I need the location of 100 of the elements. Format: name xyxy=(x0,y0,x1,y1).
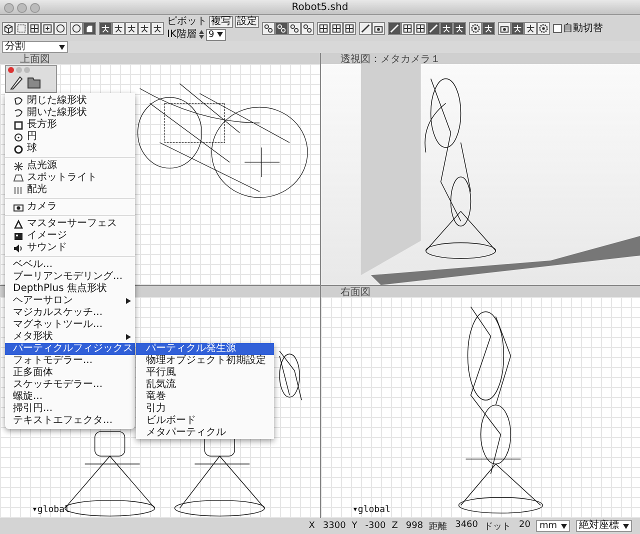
toolbar-button[interactable] xyxy=(511,22,524,34)
menu-item[interactable]: マスターサーフェス xyxy=(5,218,135,230)
toolbar-button[interactable] xyxy=(317,22,330,34)
toolbar-button[interactable] xyxy=(359,22,372,34)
toolbar-button[interactable] xyxy=(498,22,511,34)
pivot-option-button[interactable]: 設定 xyxy=(235,16,259,28)
node-icon xyxy=(302,22,313,34)
dropdown-caret-icon xyxy=(59,44,65,50)
menu-item[interactable]: サウンド xyxy=(5,242,135,254)
viewport-canvas[interactable] xyxy=(320,64,640,285)
toolbar-button[interactable] xyxy=(275,22,288,34)
toolbar-button[interactable] xyxy=(112,22,125,34)
menu-item[interactable]: 開いた線形状 xyxy=(5,107,135,119)
menu-item[interactable]: 長方形 xyxy=(5,119,135,131)
toolbar-button[interactable] xyxy=(70,22,83,34)
figure-icon xyxy=(441,22,452,34)
toolbar-button[interactable] xyxy=(151,22,164,34)
figure-icon xyxy=(100,22,111,34)
menu-item[interactable]: 円 xyxy=(5,131,135,143)
viewport-canvas[interactable]: ▾global xyxy=(320,297,640,518)
toolbar-button[interactable] xyxy=(401,22,414,34)
palette-close-button[interactable] xyxy=(8,67,14,73)
figure-icon xyxy=(512,22,523,34)
submenu-item[interactable]: メタパーティクル xyxy=(136,427,274,439)
toolbar-button[interactable] xyxy=(482,22,495,34)
open-line-icon xyxy=(13,108,24,118)
submenu-item[interactable]: 乱気流 xyxy=(136,379,274,391)
toolbar-button[interactable] xyxy=(99,22,112,34)
node-icon xyxy=(276,22,287,34)
readout-value: -300 xyxy=(365,521,386,531)
auto-switch-checkbox[interactable]: 自動切替 xyxy=(553,21,603,35)
toolbar-button[interactable] xyxy=(372,22,385,34)
menu-item[interactable]: マグネットツール... xyxy=(5,319,135,331)
toolbar-button[interactable] xyxy=(440,22,453,34)
toolbar-button[interactable] xyxy=(537,22,550,34)
unit-dropdown[interactable]: mm xyxy=(536,520,570,532)
surface-icon xyxy=(13,218,24,230)
menu-item[interactable]: マジカルスケッチ... xyxy=(5,307,135,319)
toolbar-button[interactable] xyxy=(301,22,314,34)
plus-icon xyxy=(42,22,53,34)
menu-item[interactable]: 螺旋... xyxy=(5,391,135,403)
toolbar-button[interactable] xyxy=(54,22,67,34)
pivot-option-button[interactable]: 複写 xyxy=(209,16,233,28)
figure-icon xyxy=(483,22,494,34)
readout-value: 998 xyxy=(406,521,424,531)
menu-item[interactable]: 配光 xyxy=(5,184,135,196)
submenu-item[interactable]: パーティクル発生源 xyxy=(136,343,274,355)
menu-item[interactable]: 閉じた線形状 xyxy=(5,95,135,107)
submenu-item[interactable]: ビルボード xyxy=(136,415,274,427)
toolbar-button[interactable] xyxy=(388,22,401,34)
submenu-item[interactable]: 平行風 xyxy=(136,367,274,379)
toolbar-button[interactable] xyxy=(262,22,275,34)
ik-level-dropdown[interactable]: 9 xyxy=(206,28,226,40)
menu-item[interactable]: スポットライト xyxy=(5,172,135,184)
menu-item[interactable]: DepthPlus 焦点形状 xyxy=(5,283,135,295)
split-dropdown[interactable]: 分割 xyxy=(2,41,68,53)
toolbar-button[interactable] xyxy=(138,22,151,34)
circle-icon xyxy=(55,22,66,34)
menu-item[interactable]: ベベル... xyxy=(5,259,135,271)
toolbar-button[interactable] xyxy=(453,22,466,34)
camera-icon xyxy=(13,202,24,212)
menu-item[interactable]: 正多面体 xyxy=(5,367,135,379)
line-icon xyxy=(389,22,400,34)
toolbar-button[interactable] xyxy=(28,22,41,34)
menu-item[interactable]: イメージ xyxy=(5,230,135,242)
toolbar-button[interactable] xyxy=(288,22,301,34)
menu-item[interactable]: テキストエフェクタ... xyxy=(5,415,135,427)
toolbar-button[interactable] xyxy=(427,22,440,34)
menu-item[interactable]: 点光源 xyxy=(5,160,135,172)
menu-item[interactable]: 球 xyxy=(5,143,135,155)
menu-item[interactable]: フォトモデラー... xyxy=(5,355,135,367)
pen-icon[interactable] xyxy=(8,74,24,90)
toolbar-button[interactable] xyxy=(469,22,482,34)
menu-item[interactable]: カメラ xyxy=(5,201,135,213)
toolbar-button[interactable] xyxy=(2,22,15,34)
menu-item[interactable]: メタ形状 xyxy=(5,331,135,343)
menu-item[interactable]: スケッチモデラー... xyxy=(5,379,135,391)
menu-item[interactable]: 掃引円... xyxy=(5,403,135,415)
submenu-item[interactable]: 物理オブジェクト初期設定 xyxy=(136,355,274,367)
coordinate-mode-dropdown[interactable]: 絶対座標 xyxy=(576,520,632,532)
toolbar-button[interactable] xyxy=(524,22,537,34)
readout-label: Z xyxy=(392,521,398,531)
toolbar-button[interactable] xyxy=(125,22,138,34)
gear-icon xyxy=(470,22,481,34)
toolbar-button[interactable] xyxy=(414,22,427,34)
menu-item[interactable]: パーティクルフィジックス xyxy=(5,343,135,355)
toolbar-button[interactable] xyxy=(343,22,356,34)
submenu-item[interactable]: 竜巻 xyxy=(136,391,274,403)
menu-item[interactable]: ヘアーサロン xyxy=(5,295,135,307)
readout-label: Y xyxy=(352,521,358,531)
figure-icon xyxy=(152,22,163,34)
menu-item[interactable]: ブーリアンモデリング... xyxy=(5,271,135,283)
circle-icon xyxy=(13,132,24,142)
dropdown-caret-icon xyxy=(623,524,629,528)
cube-icon xyxy=(3,22,14,34)
figure-icon xyxy=(525,22,536,34)
toolbar-button[interactable] xyxy=(41,22,54,34)
submenu-item[interactable]: 引力 xyxy=(136,403,274,415)
toolbar-button[interactable] xyxy=(15,22,28,34)
toolbar-button[interactable] xyxy=(330,22,343,34)
